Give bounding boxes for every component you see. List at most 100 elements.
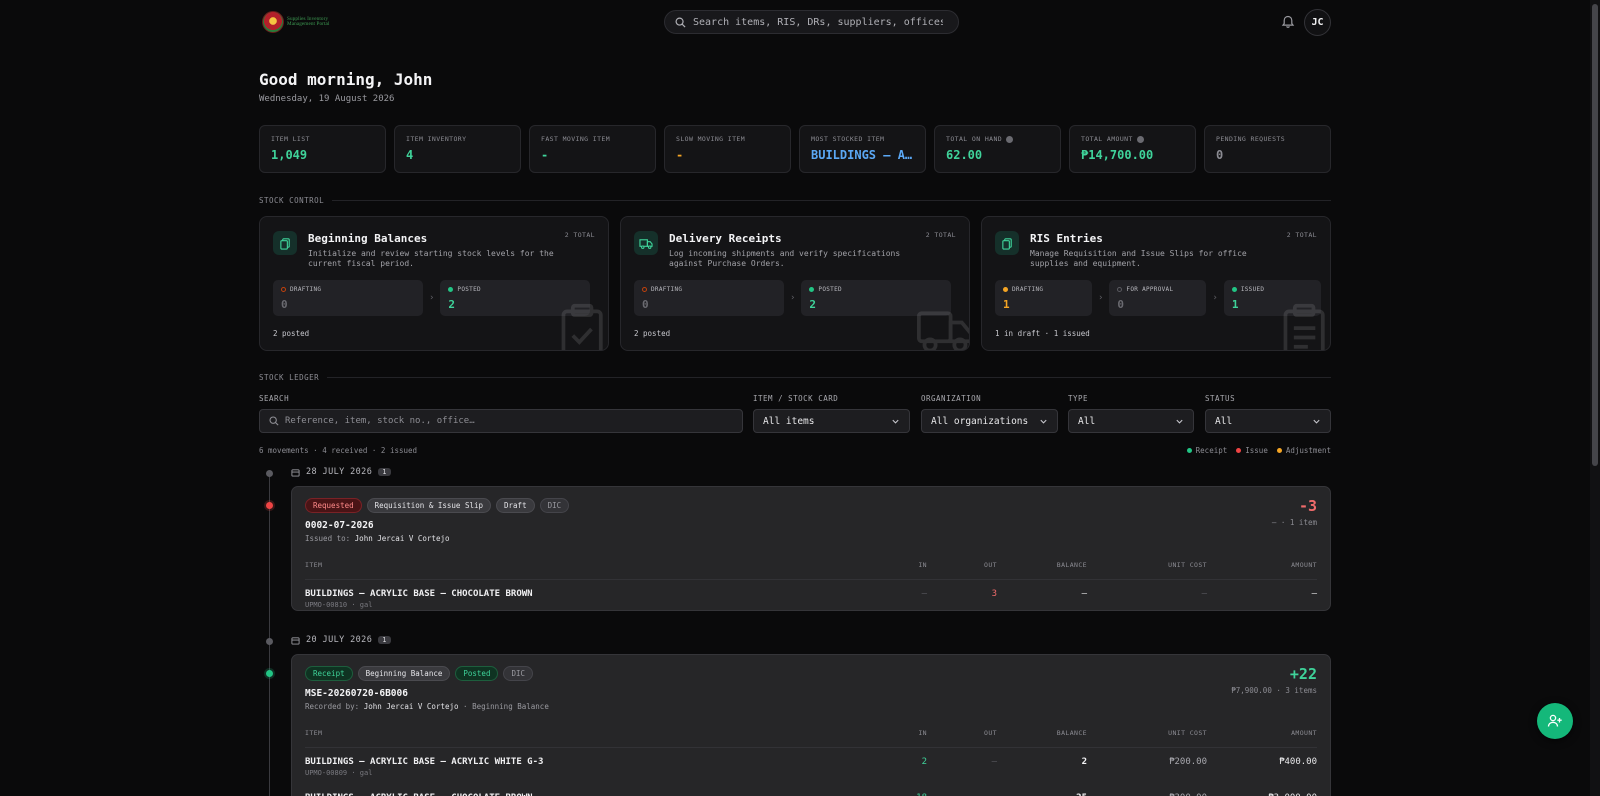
kpi-card[interactable]: ITEM LIST 1,049 — [259, 125, 386, 173]
table-row[interactable]: BUILDINGS — ACRYLIC BASE — ACRYLIC WHITE… — [305, 748, 1317, 784]
logo[interactable]: Supplies Inventory Management Portal — [262, 10, 344, 34]
legend-dot-icon — [1276, 448, 1282, 453]
kpi-value: - — [541, 148, 549, 162]
movement-items-table: ITEM IN OUT BALANCE UNIT COST AMOUNT BUILDINGS… — [305, 729, 1317, 796]
user-plus-icon — [1547, 714, 1562, 727]
movement-actor: Recorded by: John Jercai V Cortejo · Beg… — [305, 702, 549, 711]
card-description: Manage Requisition and Issue Slips for o… — [1030, 249, 1247, 269]
kpi-value: 1,049 — [271, 148, 308, 162]
column-header: BALANCE — [997, 561, 1087, 580]
status-stage[interactable]: DRAFTING 0 — [273, 280, 423, 316]
stage-label: POSTED — [809, 286, 943, 293]
status-badge: Requested — [305, 498, 362, 513]
status-dot-icon — [281, 287, 286, 292]
timeline-line — [269, 472, 270, 796]
stage-label: DRAFTING — [281, 286, 415, 293]
movement-legend: Receipt Issue Adjustment — [1186, 446, 1331, 455]
type-filter-select[interactable]: All — [1068, 409, 1194, 433]
stage-label: ISSUED — [1231, 286, 1313, 293]
kpi-label: FAST MOVING ITEM — [541, 135, 611, 143]
info-icon[interactable] — [1136, 135, 1144, 143]
seal-icon — [262, 11, 284, 33]
global-search-input[interactable] — [693, 16, 943, 28]
movement-card[interactable]: Receipt Beginning Balance Posted DIC MSE-202… — [291, 654, 1331, 796]
search-filter-label: SEARCH — [259, 394, 290, 403]
ledger-search[interactable] — [259, 409, 743, 433]
kpi-label: ITEM INVENTORY — [406, 135, 467, 143]
chevron-down-icon — [1176, 419, 1183, 424]
page-scrollbar[interactable] — [1590, 0, 1600, 796]
notifications-bell-icon[interactable] — [1279, 13, 1297, 31]
legend-item: Receipt — [1186, 446, 1227, 455]
watermark-icon — [917, 302, 969, 350]
kpi-label: MOST STOCKED ITEM — [811, 135, 885, 143]
search-icon — [675, 17, 686, 28]
organization-filter-select[interactable]: All organizations — [921, 409, 1058, 433]
movement-card[interactable]: Requested Requisition & Issue Slip Draft DI… — [291, 486, 1331, 611]
status-dot-icon — [1231, 287, 1237, 292]
stage-value: 0 — [281, 298, 288, 311]
truck-icon — [634, 231, 658, 255]
status-stage[interactable]: DRAFTING 0 — [634, 280, 784, 316]
stock-control-card[interactable]: Delivery Receipts Log incoming shipments … — [620, 216, 970, 351]
column-header: UNIT COST — [1087, 729, 1207, 748]
status-dot-icon — [1117, 287, 1123, 292]
scrollbar-thumb[interactable] — [1592, 4, 1598, 466]
table-row[interactable]: BUILDINGS — ACRYLIC BASE — CHOCOLATE BRO… — [305, 784, 1317, 796]
unit-cost-cell: ₱300.00 — [1087, 784, 1207, 796]
type-filter-label: TYPE — [1068, 394, 1089, 403]
movement-actor: Issued to: John Jercai V Cortejo — [305, 534, 450, 543]
movement-reference[interactable]: 0002-07-2026 — [305, 520, 374, 531]
add-user-button[interactable] — [1537, 703, 1573, 739]
legend-dot-icon — [1186, 448, 1192, 453]
column-header: AMOUNT — [1207, 561, 1317, 580]
watermark-icon — [1278, 302, 1330, 350]
column-header: ITEM — [305, 729, 867, 748]
kpi-card[interactable]: ITEM INVENTORY 4 — [394, 125, 521, 173]
timeline-date-header: 20 JULY 2026 1 — [291, 635, 391, 645]
search-icon — [269, 416, 279, 426]
chevron-down-icon — [1040, 419, 1047, 424]
status-stage[interactable]: DRAFTING 1 — [995, 280, 1092, 316]
kpi-card[interactable]: SLOW MOVING ITEM - — [664, 125, 791, 173]
amount-cell: — — [1311, 589, 1317, 599]
kpi-card[interactable]: TOTAL ON HAND 62.00 — [934, 125, 1061, 173]
out-cell: 3 — [991, 589, 997, 599]
kpi-card[interactable]: PENDING REQUESTS 0 — [1204, 125, 1331, 173]
greeting: Good morning, John — [259, 70, 433, 89]
top-bar: Supplies Inventory Management Portal JC — [0, 0, 1600, 44]
status-badge: Beginning Balance — [357, 666, 451, 681]
timeline-movement-dot — [266, 502, 273, 509]
timeline-date-header: 28 JULY 2026 1 — [291, 467, 391, 477]
column-header: OUT — [927, 561, 997, 580]
legend-dot-icon — [1236, 448, 1242, 453]
status-pipeline: DRAFTING 1 › FOR APPROVAL 0 › ISSUED 1 — [995, 280, 1321, 316]
kpi-value: 4 — [406, 148, 414, 162]
stock-control-card[interactable]: RIS Entries Manage Requisition and Issue … — [981, 216, 1331, 351]
kpi-row: ITEM LIST 1,049 ITEM INVENTORY 4 FAST MOVING… — [259, 125, 1331, 173]
user-avatar[interactable]: JC — [1304, 9, 1331, 36]
card-total: 2 TOTAL — [925, 231, 956, 239]
info-icon[interactable] — [1006, 135, 1014, 143]
kpi-label: SLOW MOVING ITEM — [676, 135, 746, 143]
kpi-card[interactable]: MOST STOCKED ITEM BUILDINGS — A… — [799, 125, 926, 173]
table-row[interactable]: BUILDINGS — ACRYLIC BASE — CHOCOLATE BRO… — [305, 580, 1317, 611]
movement-reference[interactable]: MSE-20260720-6B006 — [305, 688, 408, 699]
stock-control-card[interactable]: Beginning Balances Initialize and review … — [259, 216, 609, 351]
kpi-card[interactable]: FAST MOVING ITEM - — [529, 125, 656, 173]
status-filter-select[interactable]: All — [1205, 409, 1331, 433]
amount-cell: ₱400.00 — [1279, 757, 1317, 767]
global-search[interactable] — [664, 10, 959, 34]
calendar-icon — [291, 636, 300, 645]
status-stage[interactable]: FOR APPROVAL 0 — [1109, 280, 1207, 316]
ledger-search-input[interactable] — [285, 416, 725, 426]
card-title: Delivery Receipts — [669, 232, 782, 245]
date-count-badge: 1 — [378, 468, 391, 476]
kpi-card[interactable]: TOTAL AMOUNT ₱14,700.00 — [1069, 125, 1196, 173]
stock-control-cards: Beginning Balances Initialize and review … — [259, 216, 1331, 351]
movement-quantity: -3 — [1298, 497, 1317, 515]
card-title: RIS Entries — [1030, 232, 1103, 245]
card-total: 2 TOTAL — [564, 231, 595, 239]
item-filter-select[interactable]: All items — [753, 409, 910, 433]
copy-icon — [995, 231, 1019, 255]
